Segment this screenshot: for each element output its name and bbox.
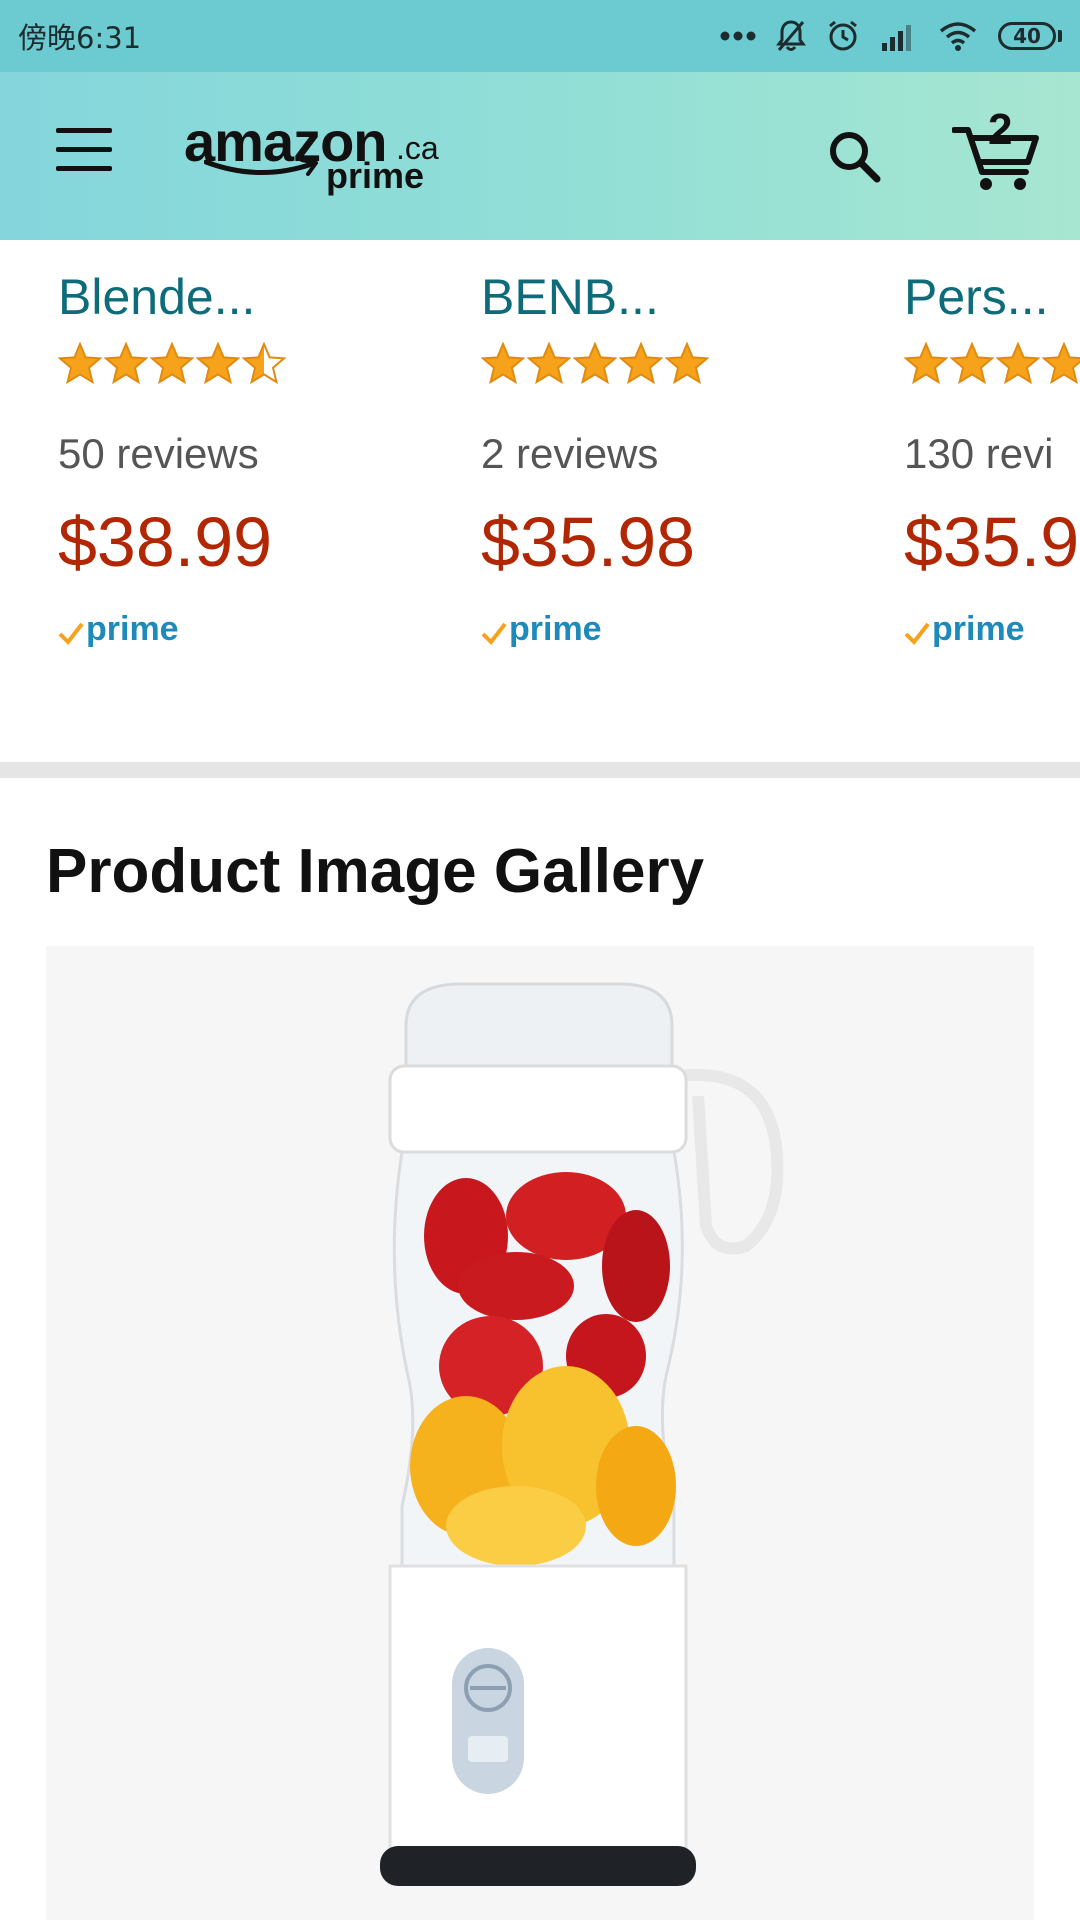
star-rating (58, 342, 286, 384)
product-card[interactable]: Blende... 50 reviews $38.99 prime (58, 240, 438, 760)
prime-check-icon (481, 622, 507, 646)
amazon-prime-logo[interactable]: amazon .ca prime (184, 114, 444, 204)
blender-image (380, 982, 784, 1886)
star-full-icon (58, 342, 102, 384)
signal-icon (882, 25, 911, 51)
product-price: $38.99 (58, 503, 273, 581)
gallery-title: Product Image Gallery (46, 837, 705, 906)
prime-label: prime (86, 610, 179, 648)
battery-level: 40 (1013, 24, 1041, 48)
star-full-icon (619, 342, 663, 384)
star-full-icon (1042, 342, 1080, 384)
review-count: 50 reviews (58, 430, 259, 477)
product-card[interactable]: Pers... 130 revi $35.9 prime (904, 240, 1080, 760)
more-dots-icon (720, 31, 756, 41)
wifi-icon (939, 22, 977, 51)
star-full-icon (527, 342, 571, 384)
prime-badge: prime (904, 612, 1025, 646)
product-title[interactable]: Pers... (904, 268, 1048, 326)
star-rating (481, 342, 709, 384)
star-full-icon (904, 342, 948, 384)
hamburger-menu-icon[interactable] (56, 128, 112, 172)
battery-icon: 40 (998, 22, 1062, 50)
product-title[interactable]: BENB... (481, 268, 659, 326)
review-count: 2 reviews (481, 430, 659, 477)
prime-badge: prime (58, 612, 179, 646)
star-full-icon (481, 342, 525, 384)
prime-check-icon (904, 622, 930, 646)
star-full-icon (196, 342, 240, 384)
bell-muted-icon (776, 20, 806, 51)
logo-subtext: prime (326, 155, 425, 196)
status-time: 傍晚6:31 (18, 21, 142, 55)
app-header: amazon .ca prime 2 (0, 72, 1080, 240)
prime-badge: prime (481, 612, 602, 646)
amazon-smile-icon (204, 158, 318, 176)
product-card[interactable]: BENB... 2 reviews $35.98 prime (481, 240, 861, 760)
status-bar: 傍晚6:31 40 (0, 0, 1080, 72)
star-full-icon (104, 342, 148, 384)
cart-button[interactable]: 2 (951, 108, 1040, 192)
section-divider (0, 762, 1080, 778)
product-price: $35.98 (481, 503, 696, 581)
status-icons: 40 (720, 19, 1062, 53)
product-title[interactable]: Blende... (58, 268, 255, 326)
star-full-icon (996, 342, 1040, 384)
alarm-icon (829, 20, 857, 51)
prime-check-icon (58, 622, 84, 646)
product-price: $35.9 (904, 503, 1080, 581)
related-products-row: Blende... 50 reviews $38.99 prime BENB..… (0, 240, 1080, 760)
prime-label: prime (932, 610, 1025, 648)
prime-label: prime (509, 610, 602, 648)
star-rating (904, 342, 1080, 384)
star-half-icon (242, 342, 286, 384)
search-icon[interactable] (826, 128, 882, 184)
cart-count: 2 (988, 105, 1013, 154)
star-full-icon (950, 342, 994, 384)
star-full-icon (665, 342, 709, 384)
star-full-icon (573, 342, 617, 384)
review-count: 130 revi (904, 430, 1054, 477)
product-image[interactable] (46, 946, 1034, 1920)
star-full-icon (150, 342, 194, 384)
